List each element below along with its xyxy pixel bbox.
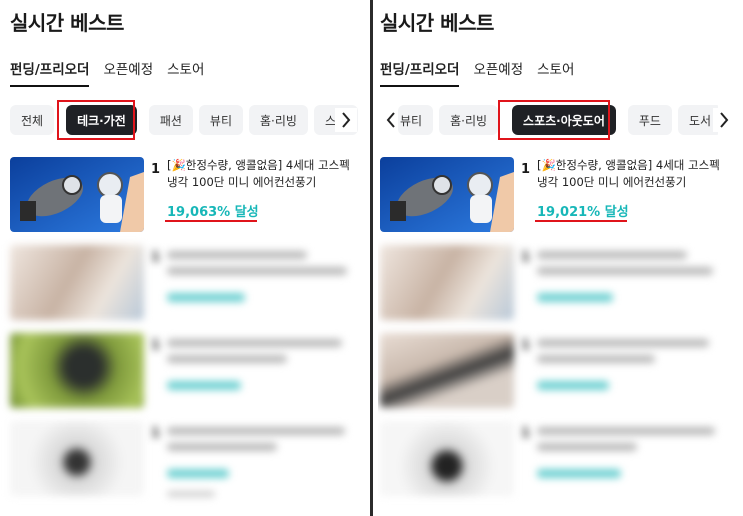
chip-fashion[interactable]: 패션 xyxy=(148,105,193,135)
rank-number: 1 xyxy=(151,162,161,177)
rate-highlight-underline xyxy=(165,220,257,222)
product-thumbnail xyxy=(380,333,514,408)
product-thumbnail xyxy=(380,157,514,232)
subtab-funding[interactable]: 펀딩/프리오더 xyxy=(380,58,460,87)
chip-sports-outdoor[interactable]: 스포츠·아웃도어 xyxy=(512,105,616,135)
list-item[interactable]: 1 xyxy=(10,333,362,411)
right-panel: 실시간 베스트 펀딩/프리오더 오픈예정 스토어 뷰티 홈·리빙 스포츠·아웃도… xyxy=(378,0,740,516)
chip-tech[interactable]: 테크·가전 xyxy=(66,105,137,135)
chip-beauty[interactable]: 뷰티 xyxy=(198,105,244,135)
rank-number: 1 xyxy=(151,426,161,441)
product-thumbnail xyxy=(380,245,514,320)
page-title: 실시간 베스트 xyxy=(10,11,124,35)
rank-number: 1 xyxy=(521,338,531,353)
achievement-rate: 19,021% 달성 xyxy=(537,205,629,220)
rank-number: 1 xyxy=(521,162,531,177)
page-title: 실시간 베스트 xyxy=(380,11,494,35)
product-thumbnail xyxy=(10,245,144,320)
product-thumbnail xyxy=(10,157,144,232)
chip-home[interactable]: 홈·리빙 xyxy=(249,105,308,135)
product-thumbnail xyxy=(10,421,144,496)
chip-beauty-partial[interactable]: 뷰티 xyxy=(398,105,434,135)
subtab-coming-soon[interactable]: 오픈예정 xyxy=(473,58,523,87)
chip-all[interactable]: 전체 xyxy=(10,105,55,135)
chip-books[interactable]: 도서 xyxy=(677,105,718,135)
subtab-funding[interactable]: 펀딩/프리오더 xyxy=(10,58,90,87)
rank-number: 1 xyxy=(521,426,531,441)
list-item[interactable]: 1 xyxy=(10,245,362,323)
subtab-store[interactable]: 스토어 xyxy=(167,58,204,87)
category-chips: 뷰티 홈·리빙 스포츠·아웃도어 푸드 도서 xyxy=(398,105,718,135)
achievement-rate: 19,063% 달성 xyxy=(167,205,259,220)
subtab-coming-soon[interactable]: 오픈예정 xyxy=(103,58,153,87)
product-thumbnail xyxy=(380,421,514,496)
chevron-right-icon[interactable] xyxy=(713,108,735,132)
chip-food[interactable]: 푸드 xyxy=(627,105,672,135)
product-title-line1: [🎉한정수량, 앵콜없음] 4세대 고스펙 xyxy=(537,158,720,172)
subtab-bar: 펀딩/프리오더 오픈예정 스토어 xyxy=(10,58,218,87)
comparison-screenshot: 실시간 베스트 펀딩/프리오더 오픈예정 스토어 전체 테크·가전 패션 뷰티 … xyxy=(0,0,743,516)
list-item[interactable]: 1 [🎉한정수량, 앵콜없음] 4세대 고스펙 냉각 100단 미니 에어컨선풍… xyxy=(380,157,732,235)
product-title-line1: [🎉한정수량, 앵콜없음] 4세대 고스펙 xyxy=(167,158,350,172)
list-item[interactable]: 1 xyxy=(10,421,362,499)
chip-home[interactable]: 홈·리빙 xyxy=(439,105,499,135)
rank-number: 1 xyxy=(151,338,161,353)
panel-divider xyxy=(370,0,373,516)
left-panel: 실시간 베스트 펀딩/프리오더 오픈예정 스토어 전체 테크·가전 패션 뷰티 … xyxy=(0,0,362,516)
product-title-line2: 냉각 100단 미니 에어컨선풍기 xyxy=(167,175,317,189)
rate-highlight-underline xyxy=(535,220,627,222)
subtab-bar: 펀딩/프리오더 오픈예정 스토어 xyxy=(380,58,588,87)
rank-number: 1 xyxy=(521,250,531,265)
list-item[interactable]: 1 xyxy=(380,245,732,323)
product-thumbnail xyxy=(10,333,144,408)
product-title-line2: 냉각 100단 미니 에어컨선풍기 xyxy=(537,175,687,189)
list-item[interactable]: 1 xyxy=(380,421,732,499)
rank-number: 1 xyxy=(151,250,161,265)
category-chips: 전체 테크·가전 패션 뷰티 홈·리빙 스포 xyxy=(10,105,362,135)
list-item[interactable]: 1 xyxy=(380,333,732,411)
subtab-store[interactable]: 스토어 xyxy=(537,58,574,87)
product-title[interactable]: [🎉한정수량, 앵콜없음] 4세대 고스펙 냉각 100단 미니 에어컨선풍기 xyxy=(537,157,727,191)
chevron-right-icon[interactable] xyxy=(335,108,357,132)
product-title[interactable]: [🎉한정수량, 앵콜없음] 4세대 고스펙 냉각 100단 미니 에어컨선풍기 xyxy=(167,157,357,191)
list-item[interactable]: 1 [🎉한정수량, 앵콜없음] 4세대 고스펙 냉각 100단 미니 에어컨선풍… xyxy=(10,157,362,235)
